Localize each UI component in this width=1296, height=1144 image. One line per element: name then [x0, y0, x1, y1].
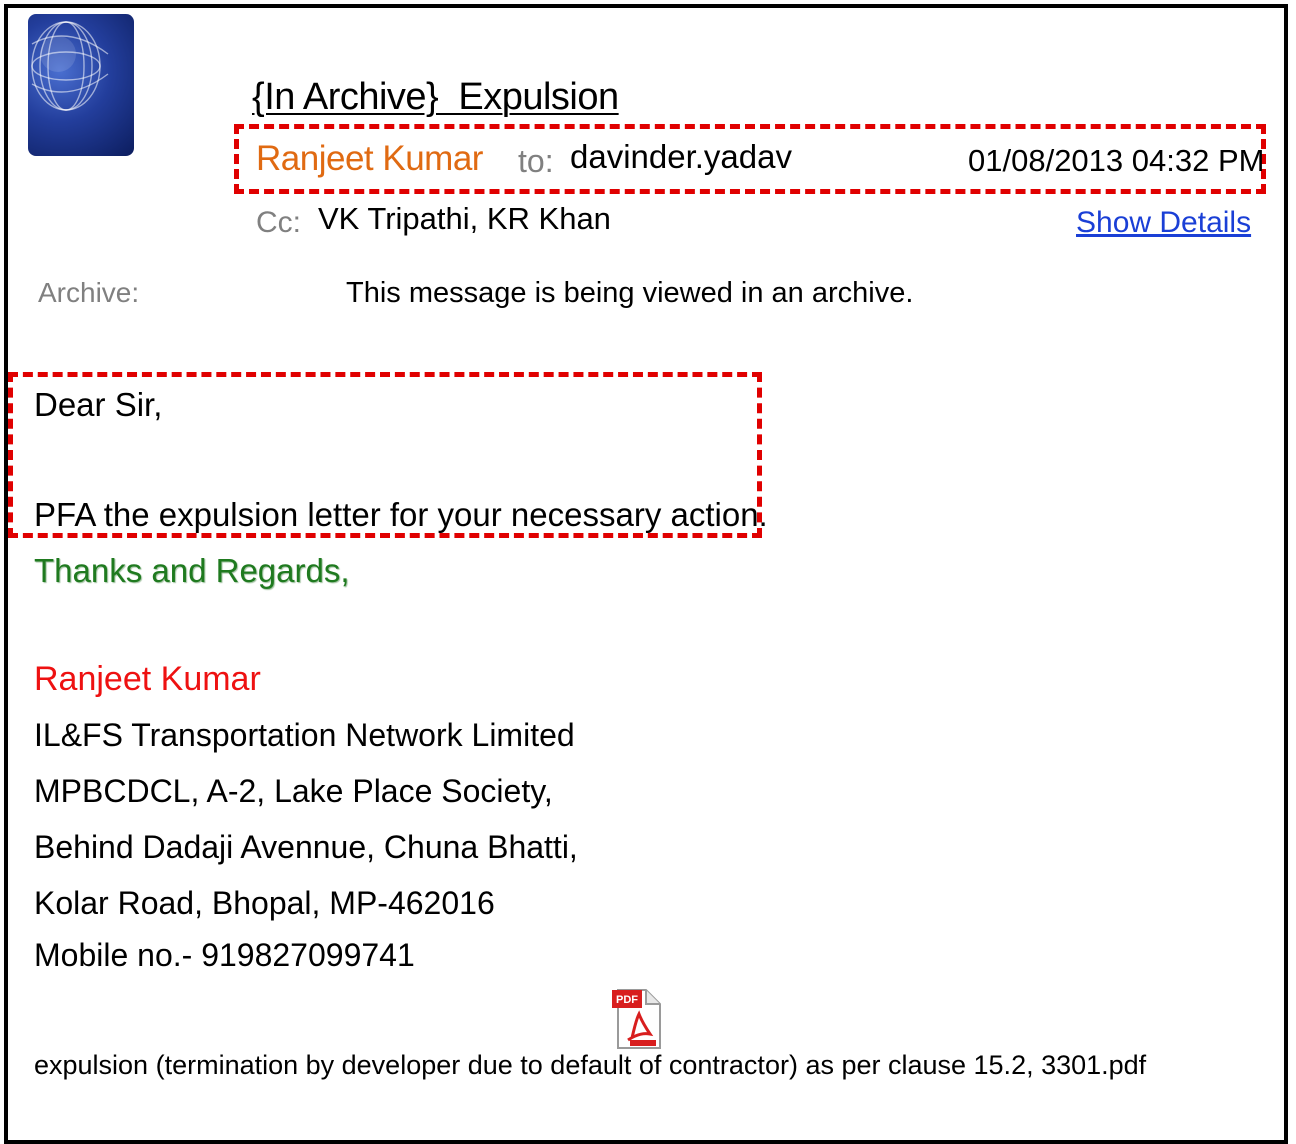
message-greeting: Dear Sir,: [34, 386, 163, 423]
message-date: 01/08/2013 04:32 PM: [968, 143, 1265, 178]
message-subject: {In Archive} Expulsion: [252, 76, 619, 118]
signature-address-line: Behind Dadaji Avennue, Chuna Bhatti,: [34, 829, 578, 865]
message-body-line: PFA the expulsion letter for your necess…: [34, 496, 768, 533]
archive-notice: This message is being viewed in an archi…: [346, 277, 914, 309]
signature-name: Ranjeet Kumar: [34, 660, 261, 698]
to-label: to:: [518, 143, 554, 179]
cc-label: Cc:: [256, 206, 301, 239]
archive-label: Archive:: [38, 277, 140, 308]
cc-recipients[interactable]: VK Tripathi, KR Khan: [318, 194, 611, 244]
message-closing: Thanks and Regards,: [34, 552, 350, 589]
pdf-badge-label: PDF: [616, 994, 638, 1006]
signature-address-line: MPBCDCL, A-2, Lake Place Society,: [34, 773, 553, 809]
signature-address-line: Kolar Road, Bhopal, MP-462016: [34, 885, 495, 921]
recipient-name[interactable]: davinder.yadav: [570, 132, 792, 182]
signature-mobile: Mobile no.- 919827099741: [34, 937, 415, 973]
sender-name[interactable]: Ranjeet Kumar: [256, 134, 483, 184]
show-details-link[interactable]: Show Details: [1076, 198, 1251, 248]
sender-logo-icon: [28, 14, 134, 156]
attachment-filename[interactable]: expulsion (termination by developer due …: [34, 1040, 1146, 1090]
signature-company: IL&FS Transportation Network Limited: [34, 717, 575, 753]
